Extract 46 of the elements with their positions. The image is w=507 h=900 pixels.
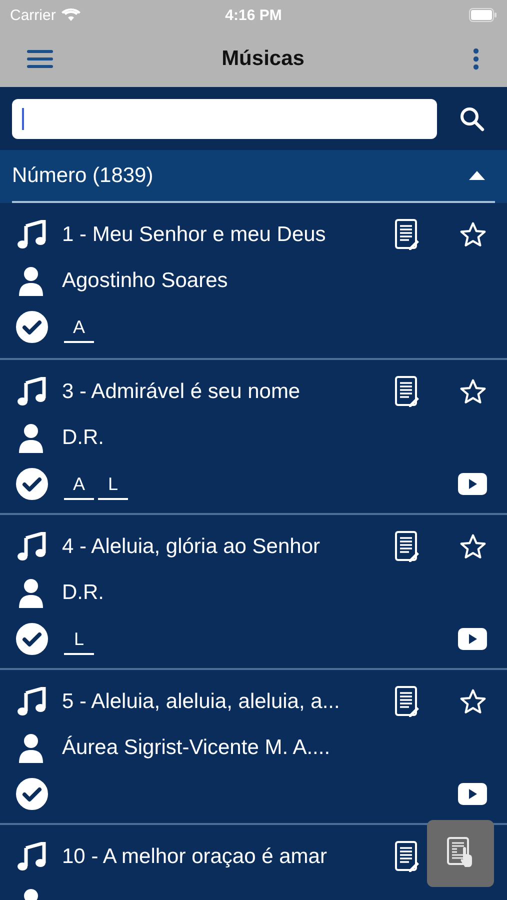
collapse-icon[interactable]: [469, 171, 485, 180]
video-play-icon[interactable]: [458, 783, 487, 805]
star-icon[interactable]: [459, 378, 487, 406]
music-note-icon: [16, 377, 46, 407]
star-icon[interactable]: [459, 533, 487, 561]
song-author: Áurea Sigrist-Vicente M. A....: [62, 736, 330, 760]
song-title[interactable]: 10 - A melhor oraçao é amar: [62, 845, 395, 869]
song-title[interactable]: 3 - Admirável é seu nome: [62, 380, 395, 404]
battery-icon: [468, 8, 497, 22]
music-note-icon: [16, 532, 46, 562]
tag-label[interactable]: A: [64, 317, 94, 343]
song-author: Agostinho Soares: [62, 269, 228, 293]
search-field[interactable]: [12, 98, 437, 138]
tag-label[interactable]: L: [64, 629, 94, 655]
person-icon: [16, 423, 46, 453]
more-options-icon[interactable]: [473, 48, 479, 70]
person-icon: [16, 578, 46, 608]
document-edit-icon[interactable]: [395, 841, 419, 873]
music-note-icon: [16, 687, 46, 717]
sort-header[interactable]: Número (1839): [12, 164, 154, 188]
song-title[interactable]: 5 - Aleluia, aleluia, aleluia, a...: [62, 690, 395, 714]
music-note-icon: [16, 220, 46, 250]
tag-label[interactable]: L: [98, 474, 128, 500]
person-icon: [16, 733, 46, 763]
video-play-icon[interactable]: [458, 628, 487, 650]
music-note-icon: [16, 842, 46, 872]
song-author: D.R.: [62, 581, 104, 605]
song-title[interactable]: 1 - Meu Senhor e meu Deus: [62, 223, 395, 247]
menu-icon[interactable]: [27, 50, 53, 68]
document-edit-icon[interactable]: [395, 531, 419, 563]
person-icon: [16, 266, 46, 296]
search-icon[interactable]: [459, 106, 485, 132]
document-edit-icon[interactable]: [395, 686, 419, 718]
video-play-icon[interactable]: [458, 473, 487, 495]
star-icon[interactable]: [459, 221, 487, 249]
tag-label[interactable]: A: [64, 474, 94, 500]
page-title: Músicas: [222, 46, 304, 70]
song-author: D.R.: [62, 426, 104, 450]
star-icon[interactable]: [459, 688, 487, 716]
document-edit-icon[interactable]: [395, 219, 419, 251]
document-edit-icon[interactable]: [395, 376, 419, 408]
floating-document-button[interactable]: [427, 820, 494, 887]
wifi-icon: [60, 8, 81, 22]
carrier-label: Carrier: [10, 6, 56, 24]
status-time: 4:16 PM: [225, 6, 282, 24]
song-title[interactable]: 4 - Aleluia, glória ao Senhor: [62, 535, 395, 559]
